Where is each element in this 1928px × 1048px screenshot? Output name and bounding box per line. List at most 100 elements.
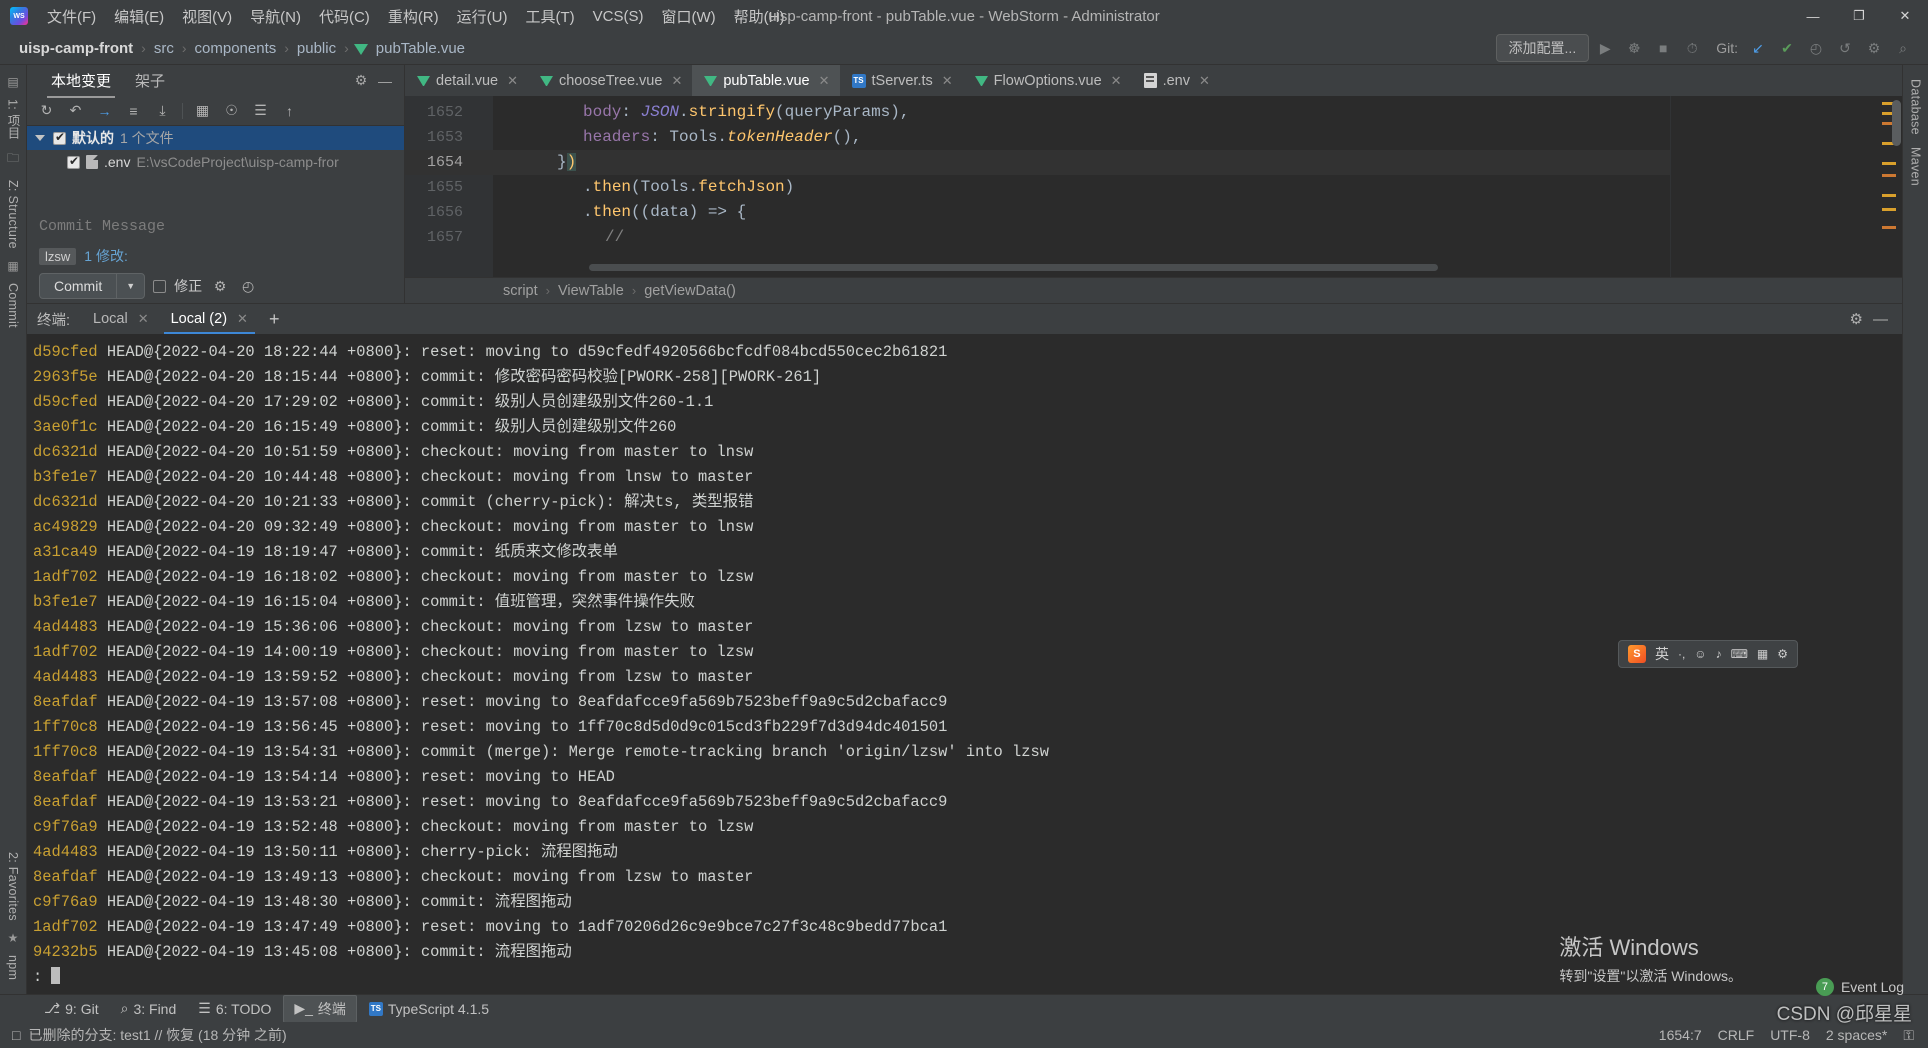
star-icon[interactable]: ★ (8, 927, 19, 949)
ime-keyboard-icon[interactable]: ⌨ (1731, 647, 1748, 661)
modified-count[interactable]: 1 修改: (84, 246, 128, 266)
menu-run[interactable]: 运行(U) (448, 2, 517, 31)
breadcrumb-item-project[interactable]: uisp-camp-front (16, 39, 136, 58)
breadcrumb-getviewdata[interactable]: getViewData() (642, 283, 738, 299)
menu-navigate[interactable]: 导航(N) (241, 2, 310, 31)
error-stripe-marker[interactable] (1670, 96, 1902, 277)
tab-flowoptions-vue[interactable]: FlowOptions.vue ✕ (963, 65, 1132, 96)
history-icon[interactable]: ◴ (238, 278, 258, 295)
file-checkbox[interactable] (67, 156, 80, 169)
hide-icon[interactable]: — (1873, 311, 1888, 328)
sidebar-item-npm[interactable]: npm (6, 949, 20, 986)
close-icon[interactable]: ✕ (1199, 73, 1210, 89)
ime-mode-label[interactable]: 英 (1655, 644, 1669, 664)
terminal-tab-local[interactable]: Local ✕ (82, 304, 160, 334)
amend-checkbox[interactable] (153, 280, 166, 293)
code-area[interactable]: 1652 1653 1654 1655 1656 1657 body: JSON… (405, 96, 1902, 277)
commit-button[interactable]: Commit ▼ (39, 273, 145, 299)
tab-shelf[interactable]: 架子 (123, 65, 177, 96)
close-icon[interactable]: ✕ (942, 73, 953, 89)
chevron-down-icon[interactable] (35, 135, 45, 141)
tab-tserver-ts[interactable]: TS tServer.ts ✕ (840, 65, 963, 96)
git-rollback-icon[interactable]: ↺ (1832, 36, 1858, 60)
debug-icon[interactable]: ☸ (1621, 36, 1647, 60)
change-file-row[interactable]: .env E:\vsCodeProject\uisp-camp-fror (27, 150, 404, 174)
profile-icon[interactable]: ⏱ (1679, 36, 1705, 60)
ime-emoji-icon[interactable]: ☺ (1694, 647, 1706, 661)
shelve-icon[interactable]: → (91, 99, 118, 123)
tool-button-todo[interactable]: ☰ 6: TODO (188, 997, 281, 1020)
changelist-checkbox[interactable] (53, 132, 66, 145)
gear-icon[interactable]: ⚙ (210, 278, 230, 295)
caret-position[interactable]: 1654:7 (1659, 1027, 1702, 1043)
maximize-button[interactable]: ❐ (1836, 0, 1882, 32)
expand-all-icon[interactable]: ☰ (247, 99, 274, 123)
line-separator[interactable]: CRLF (1718, 1027, 1755, 1043)
ime-punctuation-icon[interactable]: ·, (1678, 647, 1685, 661)
update-icon[interactable]: ⤓ (149, 99, 176, 123)
run-icon[interactable]: ▶ (1592, 36, 1618, 60)
sidebar-item-database[interactable]: Database (1909, 73, 1923, 141)
tab-detail-vue[interactable]: detail.vue ✕ (405, 65, 528, 96)
close-icon[interactable]: ✕ (819, 73, 830, 89)
git-history-icon[interactable]: ◴ (1803, 36, 1829, 60)
menu-file[interactable]: 文件(F) (38, 2, 105, 31)
ime-toolbox-icon[interactable]: ▦ (1757, 647, 1768, 661)
terminal-tab-local-2[interactable]: Local (2) ✕ (160, 304, 259, 334)
sidebar-item-commit[interactable]: Commit (6, 277, 20, 334)
close-icon[interactable]: ✕ (138, 311, 149, 327)
sidebar-item-structure[interactable]: Z: Structure (6, 174, 20, 255)
tool-button-git[interactable]: ⎇ 9: Git (34, 997, 109, 1020)
ime-toolbar[interactable]: S 英 ·, ☺ ♪ ⌨ ▦ ⚙ (1618, 640, 1798, 668)
lock-icon[interactable]: ⚿ (1903, 1027, 1914, 1044)
status-message[interactable]: 已删除的分支: test1 // 恢复 (18 分钟 之前) (28, 1025, 286, 1045)
close-icon[interactable]: ✕ (671, 73, 682, 89)
breadcrumb-item-public[interactable]: public (294, 39, 339, 58)
group-by-icon[interactable]: ▦ (189, 99, 216, 123)
settings-icon[interactable]: ⚙ (1861, 36, 1887, 60)
sidebar-item-maven[interactable]: Maven (1909, 141, 1923, 192)
commit-message-input[interactable]: Commit Message (27, 213, 404, 243)
search-everywhere-icon[interactable]: ⌕ (1890, 36, 1916, 60)
add-configuration-button[interactable]: 添加配置... (1496, 34, 1590, 62)
folder-icon[interactable]: 🗀 (7, 145, 19, 174)
tool-button-terminal[interactable]: ▶_ 终端 (283, 995, 357, 1023)
menu-view[interactable]: 视图(V) (173, 2, 241, 31)
menu-vcs[interactable]: VCS(S) (584, 4, 653, 29)
vertical-scrollbar[interactable] (1892, 100, 1901, 146)
breadcrumb-item-file[interactable]: pubTable.vue (373, 39, 468, 58)
file-encoding[interactable]: UTF-8 (1770, 1027, 1810, 1043)
breadcrumb-viewtable[interactable]: ViewTable (556, 283, 626, 299)
close-icon[interactable]: ✕ (237, 311, 248, 327)
new-terminal-tab-button[interactable]: + (259, 309, 290, 330)
tool-button-find[interactable]: ⌕ 3: Find (111, 997, 187, 1020)
sidebar-item-project[interactable]: 1: 项目 (4, 93, 23, 145)
minimize-button[interactable]: — (1790, 0, 1836, 32)
ime-settings-icon[interactable]: ⚙ (1777, 647, 1788, 661)
menu-tools[interactable]: 工具(T) (516, 2, 583, 31)
refresh-icon[interactable]: ↻ (33, 99, 60, 123)
project-tool-icon[interactable]: ▤ (7, 71, 18, 93)
close-button[interactable]: ✕ (1882, 0, 1928, 32)
stop-icon[interactable]: ■ (1650, 36, 1676, 60)
collapse-all-icon[interactable]: ↑ (276, 99, 303, 123)
close-icon[interactable]: ✕ (1111, 73, 1122, 89)
sogou-ime-icon[interactable]: S (1628, 645, 1646, 663)
tool-button-typescript[interactable]: TS TypeScript 4.1.5 (359, 998, 499, 1020)
chevron-down-icon[interactable]: ▼ (117, 281, 144, 291)
gear-icon[interactable]: ⚙ (1850, 310, 1863, 328)
rollback-icon[interactable]: ↶ (62, 99, 89, 123)
tab-choosetree-vue[interactable]: chooseTree.vue ✕ (528, 65, 692, 96)
hide-icon[interactable]: — (374, 73, 396, 89)
close-icon[interactable]: ✕ (507, 73, 518, 89)
horizontal-scrollbar[interactable] (589, 264, 1438, 271)
sidebar-item-favorites[interactable]: 2: Favorites (6, 846, 20, 927)
breadcrumb-item-components[interactable]: components (192, 39, 280, 58)
tab-local-changes[interactable]: 本地变更 (39, 65, 123, 96)
event-log-button[interactable]: 7 Event Log (1816, 978, 1904, 996)
menu-refactor[interactable]: 重构(R) (379, 2, 448, 31)
menu-edit[interactable]: 编辑(E) (105, 2, 173, 31)
indent-setting[interactable]: 2 spaces* (1826, 1027, 1887, 1043)
tab-pubtable-vue[interactable]: pubTable.vue ✕ (692, 65, 839, 96)
code-text[interactable]: body: JSON.stringify(queryParams), heade… (493, 96, 1670, 277)
